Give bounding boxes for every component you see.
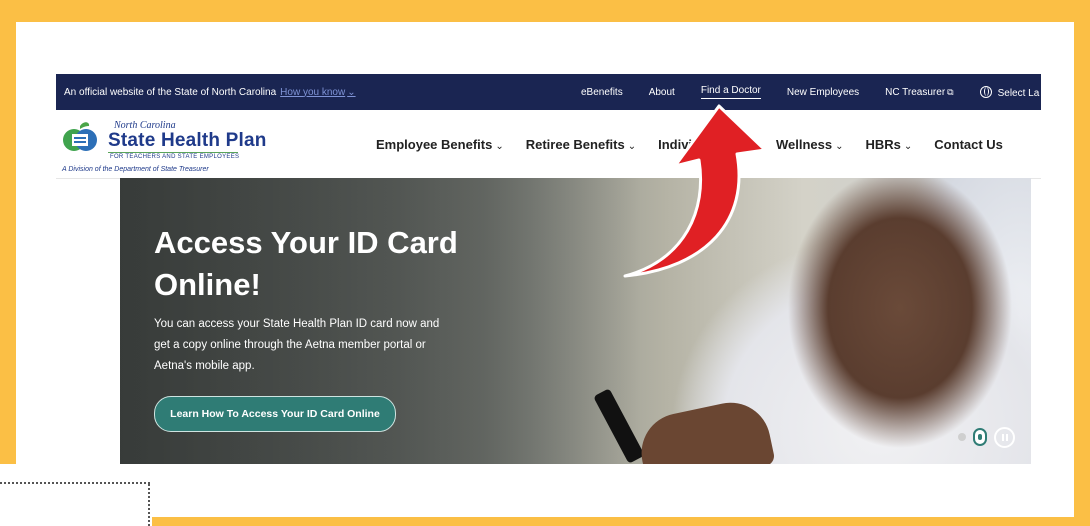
top-link-nc-treasurer[interactable]: NC Treasurer ⧉ [885,87,953,98]
nav-label: Retiree Benefits [525,136,625,152]
nav-hbrs[interactable]: HBRs ⌄ [866,137,913,152]
hero-text: You can access your State Health Plan ID… [154,318,440,372]
top-link-find-a-doctor[interactable]: Find a Doctor [700,85,761,99]
external-link-icon: ⧉ [947,86,954,97]
logo-subtitle: FOR TEACHERS AND STATE EMPLOYEES [110,154,240,160]
select-language-button[interactable]: Select La [979,85,1040,99]
nav-label: HBRs [865,136,901,152]
frame-top [0,0,1090,22]
chevron-down-icon: ⌄ [347,86,356,98]
logo-divider [108,152,238,153]
chevron-down-icon: ⌄ [835,140,844,152]
red-arrow-annotation [623,104,767,278]
learn-more-button[interactable]: Learn How To Access Your ID Card Online [154,396,396,432]
chevron-down-icon: ⌄ [495,140,504,152]
carousel-dot-2-active[interactable] [973,428,987,446]
frame-right [1074,22,1090,526]
select-language-label: Select La [997,87,1040,99]
hand-image [634,395,776,464]
frame-bottom [152,517,1090,526]
how-you-know-link[interactable]: How you know ⌄ [280,87,355,98]
chevron-down-icon: ⌄ [903,140,913,152]
top-link-about[interactable]: About [649,87,675,98]
site-logo[interactable]: North Carolina State Health Plan FOR TEA… [62,116,282,176]
hero-carousel: Access Your ID Card Online! You can acce… [120,178,1031,464]
how-you-know-label: How you know [280,86,346,98]
official-banner: An official website of the State of Nort… [56,74,1041,110]
globe-icon [979,85,992,98]
nav-label: Employee Benefits [376,136,493,152]
dotted-line [0,482,150,484]
official-text: An official website of the State of Nort… [64,86,277,98]
hero-title: Access Your ID Card Online! [154,225,458,302]
nav-employee-benefits[interactable]: Employee Benefits ⌄ [376,137,504,152]
pause-icon[interactable] [994,427,1015,448]
top-link-ebenefits[interactable]: eBenefits [581,87,623,98]
frame-left [0,22,16,464]
nav-contact-us[interactable]: Contact Us [934,137,1003,152]
top-link-new-employees[interactable]: New Employees [787,87,859,98]
nc-treasurer-label: NC Treasurer [885,86,946,98]
logo-division: A Division of the Department of State Tr… [62,166,209,173]
apple-logo-icon [63,122,97,151]
carousel-dot-1[interactable] [958,433,966,441]
site-header: North Carolina State Health Plan FOR TEA… [56,110,1041,179]
logo-name: State Health Plan [108,130,267,151]
dotted-line [148,484,150,526]
